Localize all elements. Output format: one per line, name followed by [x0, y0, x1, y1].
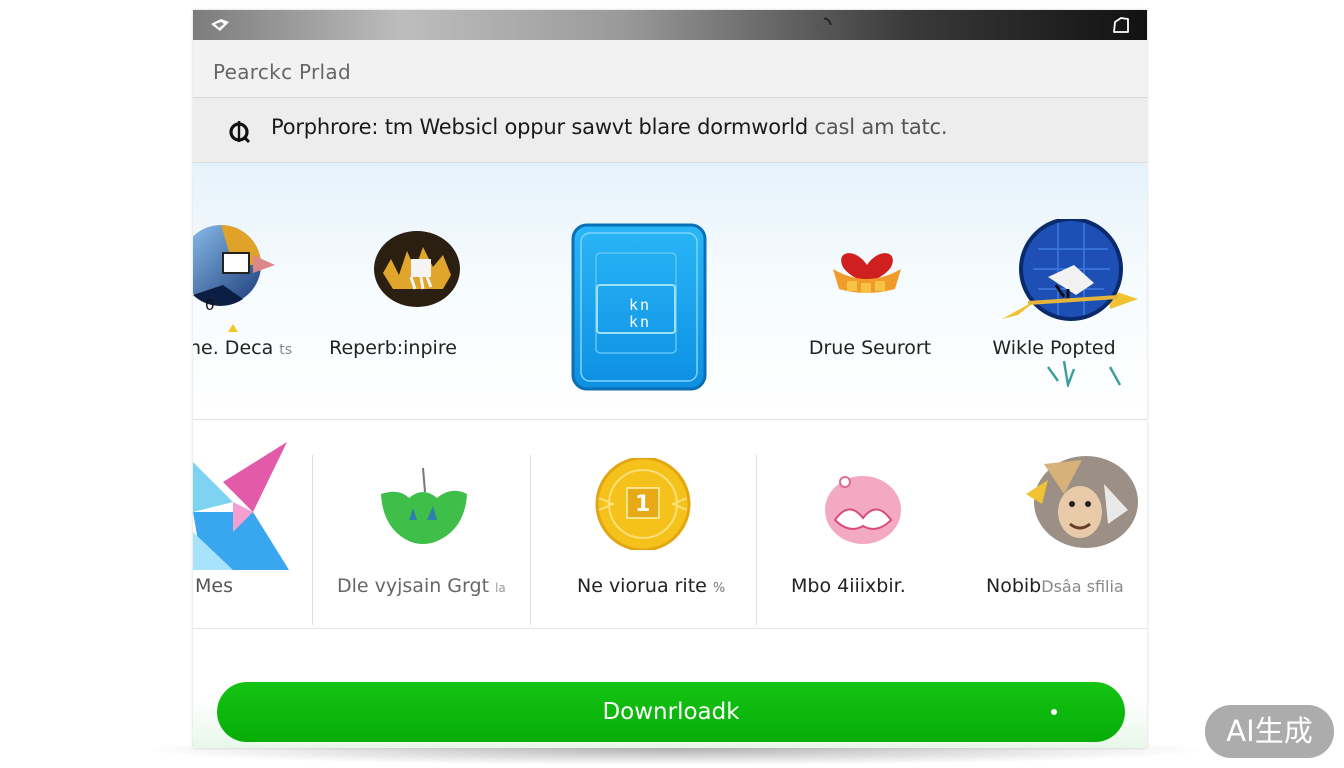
app-logo-icon[interactable] — [209, 17, 231, 33]
app-tile-1[interactable]: 0 ne. Deca ts — [193, 163, 323, 419]
tile-label: Dle vyjsain Grgt la — [337, 575, 506, 597]
tile-label-small: % — [712, 581, 726, 596]
tile-label-small: ts — [279, 342, 293, 358]
app-grid-row-1: 0 ne. Deca ts Reperb:inpire kn kn Drue S… — [193, 163, 1147, 420]
info-badge-icon — [229, 121, 251, 144]
tile-label: Wikle Popted — [992, 337, 1116, 359]
app-window: Pearckc Prlad Porphrore: tm Websicl oppu… — [193, 10, 1147, 748]
tile-label-main: Dle vyjsain Grgt — [337, 575, 490, 597]
tile-label: Reperb:inpire — [329, 337, 457, 359]
download-button[interactable]: Downrloadk — [217, 682, 1125, 742]
app-tile-6[interactable]: Mes — [193, 420, 312, 628]
tile-label-main: Ne viorua rite — [577, 575, 707, 597]
tile-label: Ne viorua rite % — [577, 575, 725, 597]
ai-generated-badge: AI生成 — [1205, 705, 1334, 758]
warning-triangle-icon — [228, 324, 238, 332]
tile-badge: 0 — [205, 296, 215, 314]
search-text[interactable]: Pearckc Prlad — [213, 60, 351, 84]
download-label: Downrloadk — [602, 699, 740, 725]
tile-label: Mbo 4iiixbir. — [791, 575, 906, 597]
app-tile-9[interactable]: Mbo 4iiixbir. — [757, 420, 967, 628]
tile-label: Drue Seurort — [808, 337, 932, 359]
footer: Downrloadk — [193, 629, 1147, 748]
tablet-glyphs: kn kn — [628, 296, 652, 331]
app-tile-7[interactable]: Dle vyjsain Grgt la — [313, 420, 530, 628]
info-text-main: Porphrore: tm Websicl oppur sawvt blare … — [271, 115, 809, 139]
app-tile-3-selected[interactable]: kn kn — [571, 223, 707, 391]
tile-label-small: la — [495, 581, 506, 595]
download-dot-icon — [1051, 709, 1057, 715]
app-grid-row-2: Mes Dle vyjsain Grgt la 1 Ne viorua rite… — [193, 420, 1147, 629]
green-bowl-icon — [381, 468, 467, 544]
coin-glyph: 1 — [635, 492, 651, 517]
app-tile-8[interactable]: 1 Ne viorua rite % — [531, 420, 756, 628]
heart-food-icon — [833, 253, 901, 293]
app-tile-10[interactable]: NobibDsâa sfilia — [968, 420, 1147, 628]
app-tile-5[interactable]: Wikle Popted — [988, 163, 1147, 419]
app-tile-2[interactable]: Reperb:inpire — [323, 163, 513, 419]
tile-label-main: Nobib — [986, 575, 1042, 597]
info-message: Porphrore: tm Websicl oppur sawvt blare … — [271, 115, 948, 139]
tile-label-main: ne. Deca — [193, 337, 274, 359]
info-text-muted: casl am tatc. — [814, 115, 948, 139]
info-bar: Porphrore: tm Websicl oppur sawvt blare … — [193, 98, 1147, 163]
pink-ring-icon — [825, 476, 901, 544]
gold-circle-app-icon — [374, 231, 460, 307]
blue-globe-icon — [1002, 219, 1138, 321]
pink-blue-geometric-icon — [193, 442, 289, 570]
tile-label: Mes — [195, 575, 233, 597]
tile-label-small: Dsâa sfilia — [1041, 577, 1124, 596]
title-bar — [193, 10, 1147, 40]
sparkle-decoration-icon — [1047, 360, 1122, 387]
loading-spinner-icon — [816, 17, 832, 33]
window-restore-icon[interactable] — [1111, 16, 1131, 34]
app-tile-4[interactable]: Drue Seurort — [793, 163, 953, 419]
cartoon-face-icon — [1026, 456, 1138, 548]
tile-label: ne. Deca ts — [193, 337, 292, 359]
search-bar[interactable]: Pearckc Prlad — [193, 40, 1147, 98]
tile-label: NobibDsâa sfilia — [986, 575, 1124, 597]
